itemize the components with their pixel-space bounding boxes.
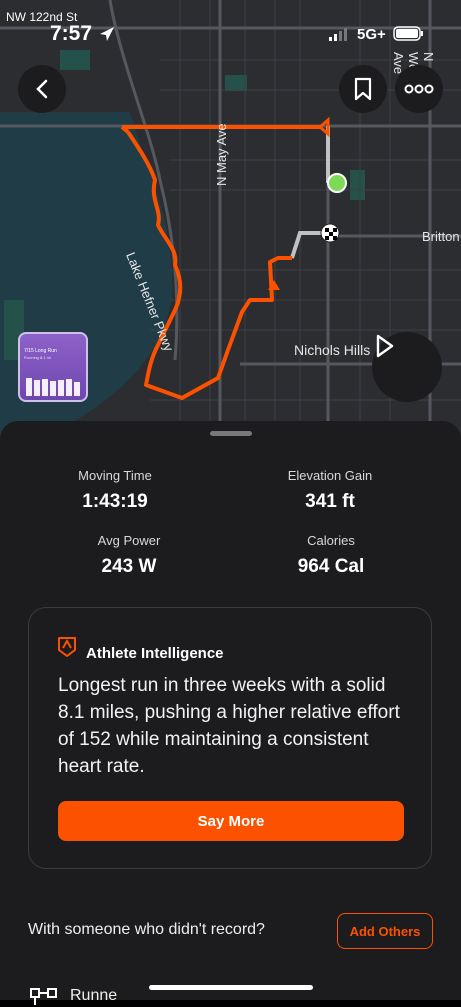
sport-type-label[interactable]: Runne	[70, 987, 117, 1005]
network-type: 5G+	[357, 26, 386, 43]
athlete-intelligence-icon	[58, 637, 76, 657]
back-button[interactable]	[18, 65, 66, 113]
start-marker	[327, 173, 347, 193]
thumbnail-title: 7/15 Long Run	[24, 348, 57, 354]
say-more-button[interactable]: Say More	[58, 801, 404, 841]
status-bar: NW 122nd St 7:57 5G+	[0, 0, 461, 50]
route-map[interactable]: Lake Hefner Pkwy N May Ave N Western Ave…	[0, 0, 461, 440]
stat-label: Avg Power	[97, 533, 161, 548]
play-icon	[376, 334, 394, 358]
stat-calories: Calories 964 Cal	[231, 533, 431, 578]
stat-elevation-gain: Elevation Gain 341 ft	[230, 468, 430, 513]
play-flyover-button[interactable]	[372, 332, 442, 402]
sheet-drag-handle[interactable]	[210, 431, 252, 436]
activity-sheet: Moving Time 1:43:19 Elevation Gain 341 f…	[0, 421, 461, 1005]
add-others-prompt: With someone who didn't record?	[28, 921, 265, 938]
home-indicator	[149, 985, 313, 990]
bookmark-icon	[354, 77, 372, 101]
battery-icon	[393, 26, 423, 41]
map-label-nichols-hills: Nichols Hills	[294, 342, 371, 358]
stat-value: 243 W	[101, 556, 157, 577]
map-label-may-ave: N May Ave	[214, 123, 229, 186]
stat-label: Elevation Gain	[287, 468, 373, 483]
map-label-britton: Britton	[422, 229, 460, 244]
stat-avg-power: Avg Power 243 W	[29, 533, 229, 578]
status-time: 7:57	[50, 22, 93, 45]
stat-label: Calories	[307, 533, 355, 548]
stat-value: 964 Cal	[297, 556, 365, 577]
save-route-button[interactable]	[339, 65, 387, 113]
more-icon	[404, 84, 434, 94]
more-options-button[interactable]	[395, 65, 443, 113]
thumbnail-subtitle: Running 8.1 mi	[24, 355, 51, 360]
add-others-button[interactable]: Add Others	[337, 913, 433, 949]
stat-value: 1:43:19	[82, 491, 148, 512]
thumbnail-chart	[26, 378, 80, 396]
media-thumbnail[interactable]: 7/15 Long Run Running 8.1 mi	[18, 332, 88, 402]
sport-type-icon	[30, 988, 57, 1005]
location-arrow-icon	[100, 27, 114, 41]
signal-icon	[329, 28, 347, 41]
chevron-left-icon	[36, 79, 48, 99]
stat-value: 341 ft	[305, 491, 355, 512]
athlete-intelligence-card: Athlete Intelligence Longest run in thre…	[28, 607, 432, 869]
athlete-intelligence-title: Athlete Intelligence	[86, 645, 224, 662]
stat-label: Moving Time	[78, 468, 152, 483]
athlete-intelligence-summary: Longest run in three weeks with a solid …	[58, 675, 400, 777]
stat-moving-time: Moving Time 1:43:19	[15, 468, 215, 513]
